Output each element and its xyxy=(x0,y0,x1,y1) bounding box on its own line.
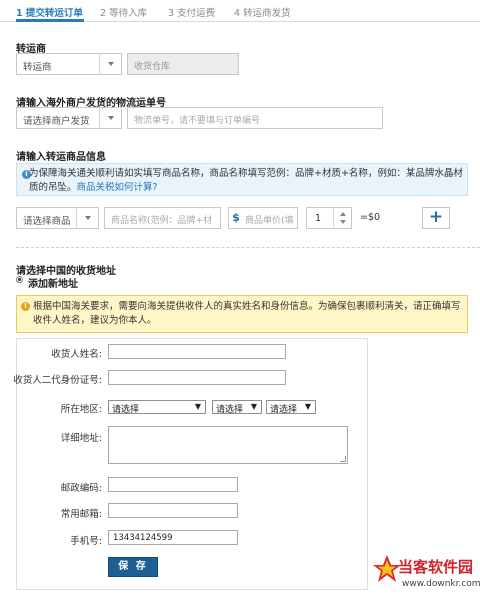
goods-info-box: i 为保障海关通关顺利请如实填写商品名称，商品名称填写范例：品牌+材质+名称，例… xyxy=(16,163,468,196)
goods-info-text: 为保障海关通关顺利请如实填写商品名称，商品名称填写范例：品牌+材质+名称，例如：… xyxy=(29,167,467,195)
step-bar: 1 提交转运订单 2 等待入库 3 支付运费 4 转运商发货 xyxy=(0,0,480,22)
goods-category-select[interactable]: 请选择商品 xyxy=(16,207,99,229)
customs-warning-text: 根据中国海关要求，需要向海关提供收件人的真实姓名和身份信息。为确保包裹顺利清关，… xyxy=(33,301,461,326)
watermark-url: www.downkr.com xyxy=(402,579,480,589)
stepper-arrows[interactable] xyxy=(333,208,351,228)
step-forwarder-ship[interactable]: 4 转运商发货 xyxy=(234,5,291,19)
chevron-down-icon xyxy=(99,108,121,128)
chevron-down-icon xyxy=(76,208,98,228)
quantity-value: 1 xyxy=(315,213,322,224)
city-select[interactable]: 请选择 ▼ xyxy=(212,400,262,415)
tax-calc-link[interactable]: 商品关税如何计算? xyxy=(77,182,158,193)
active-step-indicator xyxy=(16,19,84,22)
city-select-value: 请选择 xyxy=(216,405,244,415)
phone-input[interactable]: 13434124599 xyxy=(108,530,238,545)
watermark-title: 当客软件园 xyxy=(398,558,474,576)
triangle-down-icon: ▼ xyxy=(304,402,311,411)
triangle-down-icon: ▼ xyxy=(194,402,201,411)
caret-up-icon[interactable] xyxy=(340,212,346,216)
goods-price-placeholder: 商品单价(填 xyxy=(245,216,294,226)
dollar-icon: $ xyxy=(232,211,240,224)
detail-address-textarea[interactable] xyxy=(108,426,348,464)
receiver-name-input[interactable] xyxy=(108,344,286,359)
step-pay-freight[interactable]: 3 支付运费 xyxy=(168,5,215,19)
section-divider xyxy=(16,247,480,248)
goods-price-input[interactable]: $ 商品单价(填 xyxy=(228,207,298,229)
zip-code-label: 邮政编码: xyxy=(60,483,102,494)
forwarder-select-value: 转运商 xyxy=(23,62,52,73)
add-new-address-label[interactable]: 添加新地址 xyxy=(28,275,78,290)
step-submit-order[interactable]: 1 提交转运订单 xyxy=(16,5,83,19)
chevron-down-icon xyxy=(99,54,121,74)
receiver-name-label: 收货人姓名: xyxy=(51,349,102,360)
warning-icon: ! xyxy=(21,302,30,311)
triangle-down-icon: ▼ xyxy=(250,402,257,411)
district-select[interactable]: 请选择 ▼ xyxy=(266,400,316,415)
tracking-number-input[interactable]: 物流单号，请不要填与订单编号 xyxy=(127,107,383,129)
customs-warning-box: ! 根据中国海关要求，需要向海关提供收件人的真实姓名和身份信息。为确保包裹顺利清… xyxy=(16,295,468,333)
add-new-address-radio[interactable] xyxy=(16,276,23,283)
quantity-stepper[interactable]: 1 xyxy=(306,207,352,229)
merchant-select[interactable]: 请选择商户发货 xyxy=(16,107,122,129)
step-wait-storage[interactable]: 2 等待入库 xyxy=(100,5,147,19)
warehouse-field: 收货仓库 xyxy=(127,53,239,75)
resize-grip-icon[interactable] xyxy=(340,456,346,462)
plus-icon: + xyxy=(428,207,444,227)
receiver-id-input[interactable] xyxy=(108,370,286,385)
detail-address-label: 详细地址: xyxy=(60,433,102,444)
forwarder-select[interactable]: 转运商 xyxy=(16,53,122,75)
goods-category-value: 请选择商品 xyxy=(23,216,71,227)
goods-total: =$0 xyxy=(360,212,381,223)
phone-label: 手机号: xyxy=(70,536,102,547)
add-goods-button[interactable]: + xyxy=(422,207,450,229)
goods-name-input[interactable]: 商品名称(范例：品牌+材 xyxy=(104,207,221,229)
district-select-value: 请选择 xyxy=(270,405,298,415)
caret-down-icon[interactable] xyxy=(340,220,346,224)
save-button[interactable]: 保 存 xyxy=(108,557,158,577)
province-select[interactable]: 请选择 ▼ xyxy=(108,400,206,415)
zip-code-input[interactable] xyxy=(108,477,238,492)
merchant-select-value: 请选择商户发货 xyxy=(23,116,90,127)
receiver-id-label: 收货人二代身份证号: xyxy=(13,375,102,386)
email-input[interactable] xyxy=(108,503,238,518)
goods-label: 请输入转运商品信息 xyxy=(16,152,106,163)
email-label: 常用邮箱: xyxy=(60,509,102,520)
watermark-logo: 当客软件园 www.downkr.com xyxy=(372,554,480,595)
region-label: 所在地区: xyxy=(60,404,102,415)
province-select-value: 请选择 xyxy=(112,405,140,415)
